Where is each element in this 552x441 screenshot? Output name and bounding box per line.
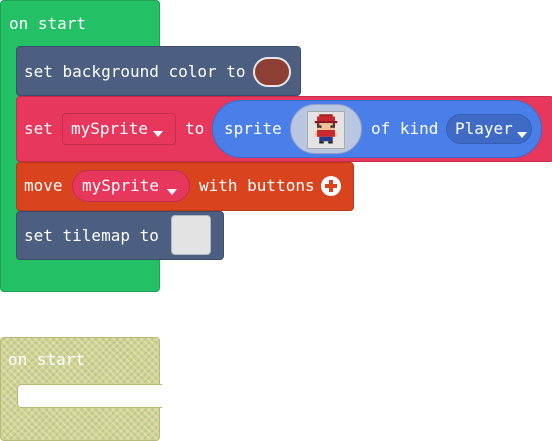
to-label: to [185,119,205,138]
plus-icon [329,180,333,192]
move-dropdown-caret-icon [167,181,177,200]
move-label: move [24,176,63,195]
sprite-image-field[interactable] [290,104,362,154]
player-sprite-icon [314,114,338,144]
variable-dropdown-label: mySprite [71,119,149,138]
of-kind-label: of kind [371,119,439,138]
set-label: set [24,119,53,138]
background-color-swatch[interactable] [253,57,291,87]
sprite-label: sprite [224,119,282,138]
with-buttons-label: with buttons [199,176,315,195]
move-variable-label: mySprite [82,176,160,195]
tilemap-field[interactable] [171,215,211,255]
empty-statement-slot [17,384,162,408]
sprite-thumbnail [307,111,345,149]
set-tilemap-label: set tilemap to [24,226,159,245]
add-parameter-button[interactable] [321,176,341,196]
disabled-on-start-label: on start [8,350,86,369]
dropdown-caret-icon [153,123,163,142]
variable-dropdown[interactable]: mySprite [62,113,176,145]
set-background-color-label: set background color to [24,62,246,81]
kind-dropdown-caret-icon [517,124,527,143]
kind-dropdown[interactable]: Player [446,114,532,144]
on-start-label: on start [9,14,87,33]
move-variable-dropdown[interactable]: mySprite [72,170,190,202]
kind-dropdown-label: Player [455,119,513,138]
